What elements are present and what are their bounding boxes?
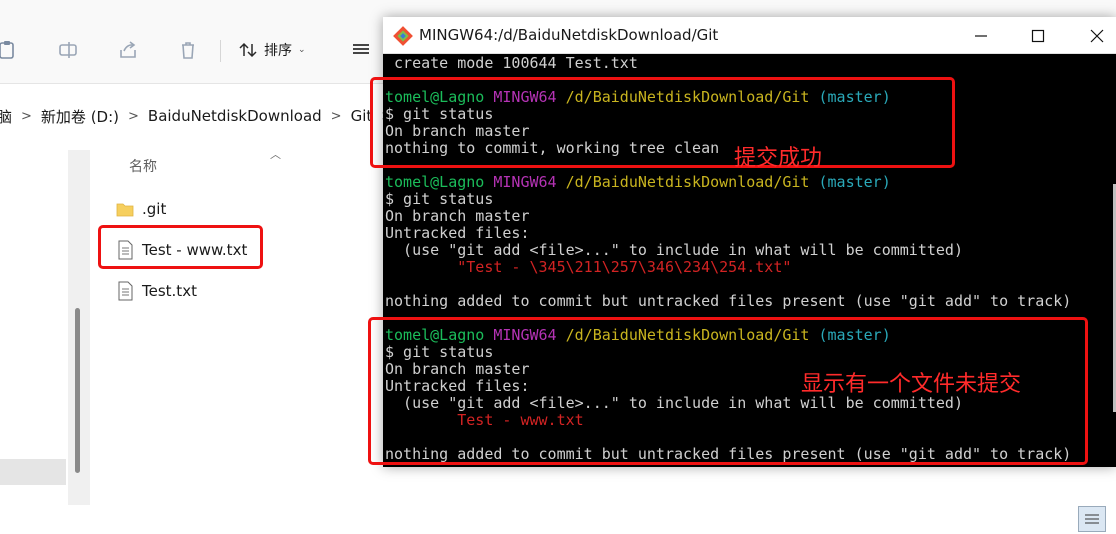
file-name: .git (142, 200, 167, 218)
prompt-path: /d/BaiduNetdiskDownload/Git (565, 173, 810, 191)
annotation-commit-success: 提交成功 (734, 146, 823, 171)
terminal-line: On branch master (385, 207, 530, 225)
terminal-line: nothing added to commit but untracked fi… (385, 292, 1072, 310)
text-file-icon (118, 281, 133, 301)
folder-icon (116, 203, 134, 217)
nav-scrollbar-thumb[interactable] (75, 308, 80, 473)
chevron-down-icon: ⌄ (298, 45, 306, 55)
navigation-pane (0, 150, 68, 506)
file-name: Test.txt (142, 282, 197, 300)
paste-icon[interactable] (0, 36, 22, 64)
window-title: MINGW64:/d/BaiduNetdiskDownload/Git (419, 26, 719, 44)
prompt-user: tomel@Lagno (385, 173, 485, 191)
details-view-button[interactable] (1078, 506, 1106, 532)
maximize-button[interactable] (1010, 17, 1065, 54)
breadcrumb: 脑 > 新加卷 (D:) > BaiduNetdiskDownload > Gi… (0, 96, 392, 136)
details-view-icon (1085, 514, 1099, 524)
nav-selected-item[interactable] (0, 459, 66, 485)
prompt-system: MINGW64 (493, 173, 557, 191)
view-options-icon[interactable] (350, 38, 372, 60)
file-list-item[interactable]: .git (116, 196, 166, 222)
breadcrumb-item[interactable]: 脑 (0, 106, 21, 127)
minimize-icon (974, 34, 987, 37)
terminal-line: Untracked files: (385, 224, 530, 242)
breadcrumb-item[interactable]: 新加卷 (D:) (32, 106, 128, 127)
share-icon[interactable] (114, 36, 142, 64)
highlight-box-new-file (98, 225, 263, 269)
maximize-icon (1031, 29, 1044, 42)
column-header-name[interactable]: 名称 (129, 156, 157, 176)
terminal-line: (use "git add <file>..." to include in w… (385, 241, 963, 259)
terminal-line: create mode 100644 Test.txt (385, 54, 638, 72)
prompt-branch: (master) (818, 173, 891, 191)
chevron-right-icon: > (128, 108, 139, 124)
terminal-prompt: tomel@Lagno MINGW64 /d/BaiduNetdiskDownl… (385, 174, 891, 191)
terminal-command: $ git status (385, 190, 494, 208)
minimize-button[interactable] (953, 17, 1008, 54)
git-bash-icon (393, 26, 413, 46)
toolbar-separator (220, 40, 221, 62)
breadcrumb-item[interactable]: BaiduNetdiskDownload (139, 107, 331, 125)
chevron-right-icon: > (330, 108, 342, 124)
sort-label: 排序 (264, 43, 292, 59)
sort-button[interactable]: 排序 ⌄ (238, 36, 306, 64)
terminal-titlebar[interactable]: MINGW64:/d/BaiduNetdiskDownload/Git (383, 17, 1116, 54)
close-icon (1090, 29, 1103, 42)
untracked-file-line: "Test - \345\211\257\346\234\254.txt" (385, 258, 792, 276)
annotation-untracked-file: 显示有一个文件未提交 (801, 372, 1022, 397)
close-button[interactable] (1069, 17, 1116, 54)
chevron-right-icon: > (21, 108, 32, 124)
file-list-item[interactable]: Test.txt (116, 278, 197, 304)
chevron-up-icon: ︿ (270, 148, 281, 161)
sort-icon (239, 42, 257, 58)
highlight-box-commit-success (370, 77, 955, 168)
rename-icon[interactable] (54, 36, 82, 64)
delete-icon[interactable] (174, 36, 202, 64)
